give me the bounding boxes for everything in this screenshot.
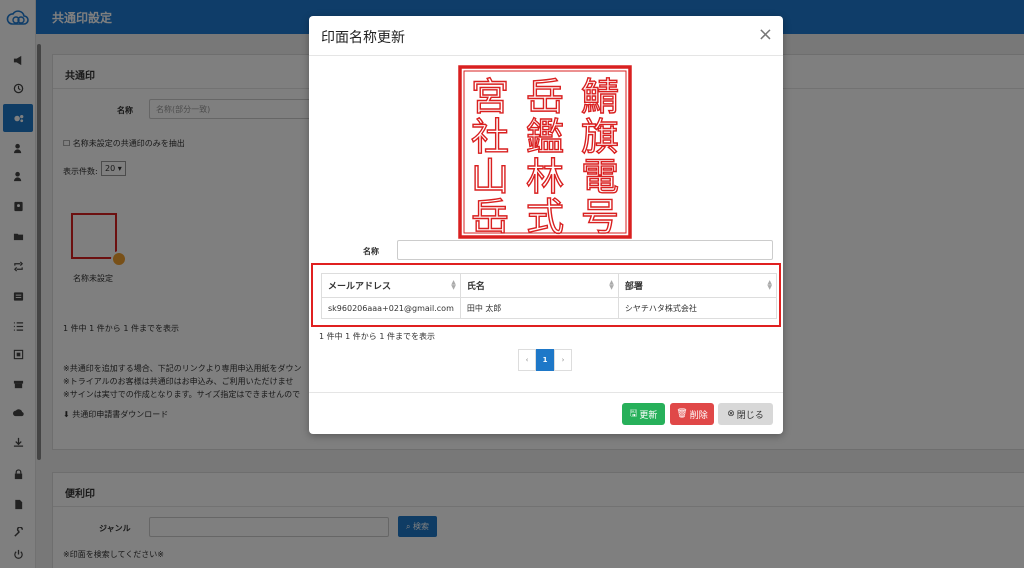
- update-button-label: 更新: [639, 410, 658, 421]
- trash-icon: 🗑: [676, 409, 688, 419]
- close-button-label: 閉じる: [736, 410, 764, 421]
- seal-character: 式: [526, 195, 564, 239]
- seal-character: 林: [526, 155, 564, 199]
- seal-character: 号: [581, 195, 619, 239]
- sort-icon[interactable]: ▲ ▼: [609, 280, 614, 291]
- column-header-email[interactable]: メールアドレス ▲ ▼: [321, 273, 461, 298]
- pagination: ‹ 1 ›: [518, 349, 572, 371]
- seal-character: 鯖: [581, 75, 619, 119]
- delete-button[interactable]: 🗑 削除: [670, 403, 714, 425]
- user-table: メールアドレス ▲ ▼ 氏名 ▲ ▼ 部署 ▲ ▼ sk960206aaa+021@gmai…: [321, 273, 778, 319]
- sort-icon[interactable]: ▲ ▼: [451, 280, 456, 291]
- name-label: 名称: [363, 247, 379, 256]
- cell-email: sk960206aaa+021@gmail.com: [321, 297, 461, 319]
- seal-character: 宮: [471, 75, 509, 119]
- save-icon: 🖫: [629, 409, 638, 419]
- column-header-name[interactable]: 氏名 ▲ ▼: [459, 273, 619, 298]
- seal-character: 岳: [526, 75, 564, 119]
- pager-next-button[interactable]: ›: [554, 349, 572, 371]
- user-table-highlight: メールアドレス ▲ ▼ 氏名 ▲ ▼ 部署 ▲ ▼ sk960206aaa+021@gmai…: [311, 263, 781, 327]
- modal-title: 印面名称更新: [321, 30, 405, 46]
- seal-name-input[interactable]: [397, 240, 773, 260]
- close-button[interactable]: ⊗ 閉じる: [718, 403, 773, 425]
- seal-character: 旗: [581, 115, 619, 159]
- seal-character: 社: [471, 115, 509, 159]
- modal-footer: 🖫 更新 🗑 削除 ⊗ 閉じる: [309, 392, 783, 434]
- modal-header: 印面名称更新 ×: [309, 16, 783, 56]
- seal-character: 岳: [471, 195, 509, 239]
- pager-prev-button[interactable]: ‹: [518, 349, 536, 371]
- pager-page-1[interactable]: 1: [536, 349, 554, 371]
- delete-button-label: 削除: [689, 410, 708, 421]
- update-button[interactable]: 🖫 更新: [622, 403, 665, 425]
- seal-name-update-modal: 印面名称更新 × 宮岳鯖社鑑旗山林電岳式号 名称 メールアドレス ▲ ▼ 氏名 ▲ ▼ …: [309, 16, 783, 434]
- seal-character: 山: [471, 155, 509, 199]
- seal-character: 鑑: [526, 115, 564, 159]
- cell-department: シヤチハタ株式会社: [617, 297, 778, 319]
- seal-impression-image: 宮岳鯖社鑑旗山林電岳式号: [458, 65, 632, 240]
- sort-icon[interactable]: ▲ ▼: [767, 280, 772, 291]
- table-count-info: 1 件中 1 件から 1 件までを表示: [319, 332, 435, 341]
- column-header-department[interactable]: 部署 ▲ ▼: [617, 273, 778, 298]
- close-icon[interactable]: ×: [758, 24, 773, 45]
- close-circle-icon: ⊗: [727, 409, 735, 419]
- seal-character: 電: [581, 155, 619, 199]
- table-row[interactable]: sk960206aaa+021@gmail.com 田中 太郎 シヤチハタ株式会…: [321, 297, 778, 319]
- cell-name: 田中 太郎: [459, 297, 619, 319]
